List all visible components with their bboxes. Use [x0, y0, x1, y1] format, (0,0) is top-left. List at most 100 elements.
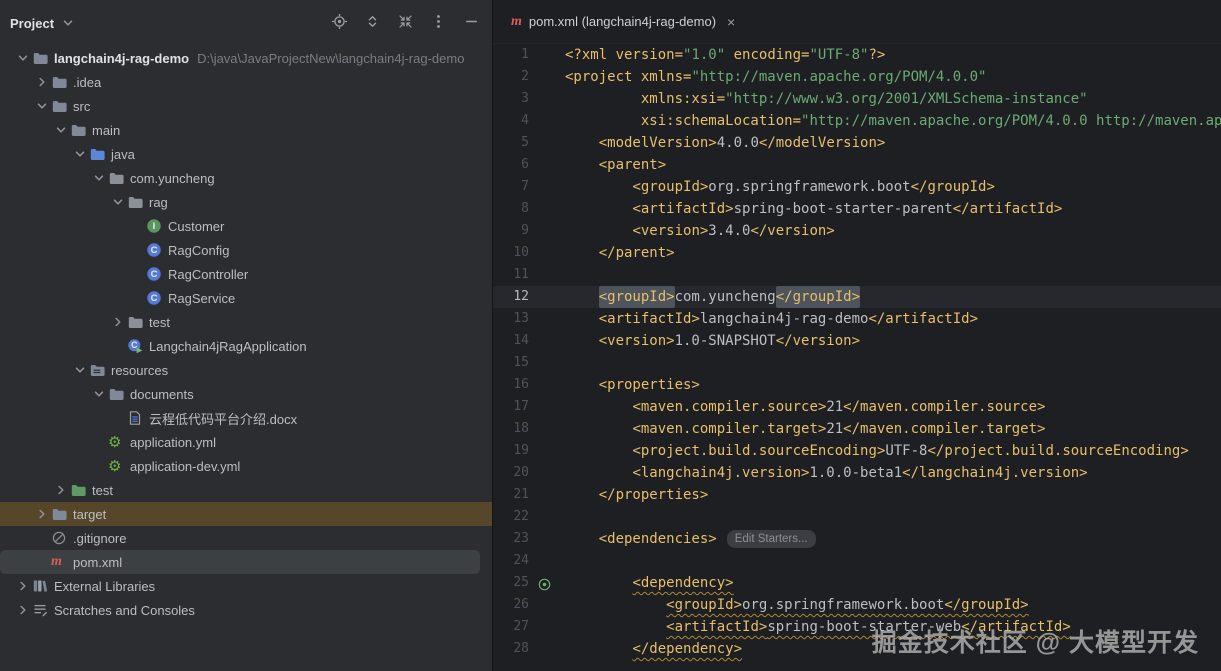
code-token	[565, 330, 599, 352]
code-line-16[interactable]: 16 <properties>	[493, 374, 1221, 396]
code-line-7[interactable]: 7 <groupId>org.springframework.boot</gro…	[493, 176, 1221, 198]
code-token	[565, 88, 641, 110]
tree-item-src[interactable]: src	[0, 94, 492, 118]
code-line-12[interactable]: 12 <groupId>com.yuncheng</groupId>	[493, 286, 1221, 308]
chevron-right-icon[interactable]	[14, 603, 32, 617]
collapse-all-button[interactable]	[397, 13, 414, 33]
code-line-26[interactable]: 26 <groupId>org.springframework.boot</gr…	[493, 594, 1221, 616]
code-line-1[interactable]: 1<?xml version="1.0" encoding="UTF-8"?>	[493, 44, 1221, 66]
tree-item-langchain4jragapplication[interactable]: CLangchain4jRagApplication	[0, 334, 492, 358]
code-line-3[interactable]: 3 xmlns:xsi="http://www.w3.org/2001/XMLS…	[493, 88, 1221, 110]
chevron-right-icon[interactable]	[14, 579, 32, 593]
code-token	[565, 528, 599, 550]
code-token: </project.build.sourceEncoding>	[927, 440, 1188, 462]
code-line-5[interactable]: 5 <modelVersion>4.0.0</modelVersion>	[493, 132, 1221, 154]
code-line-28[interactable]: 28 </dependency>	[493, 638, 1221, 660]
tree-item-test[interactable]: test	[0, 310, 492, 334]
chevron-down-icon[interactable]	[71, 147, 89, 161]
code-line-23[interactable]: 23 <dependencies>Edit Starters...	[493, 528, 1221, 550]
chevron-down-icon[interactable]	[52, 123, 70, 137]
tree-item-pom-xml[interactable]: mpom.xml	[0, 550, 480, 574]
tree-item-documents[interactable]: documents	[0, 382, 492, 406]
line-number: 5	[493, 132, 529, 154]
code-line-11[interactable]: 11	[493, 264, 1221, 286]
editor-tab-pom-xml[interactable]: m pom.xml (langchain4j-rag-demo) ×	[499, 0, 747, 43]
tree-item-com-yuncheng[interactable]: com.yuncheng	[0, 166, 492, 190]
tree-item-ragservice[interactable]: CRagService	[0, 286, 492, 310]
tree-item-docx[interactable]: 云程低代码平台介绍.docx	[0, 406, 492, 430]
gutter	[529, 264, 565, 286]
tree-item-label: RagConfig	[168, 243, 229, 258]
chevron-down-icon[interactable]	[109, 195, 127, 209]
code-line-22[interactable]: 22	[493, 506, 1221, 528]
tree-item-external-libraries[interactable]: External Libraries	[0, 574, 492, 598]
project-panel-toolbar	[331, 13, 480, 33]
code-line-25[interactable]: 25 <dependency>	[493, 572, 1221, 594]
code-line-24[interactable]: 24	[493, 550, 1221, 572]
code-line-19[interactable]: 19 <project.build.sourceEncoding>UTF-8</…	[493, 440, 1221, 462]
gutter	[529, 462, 565, 484]
tree-item-ragconfig[interactable]: CRagConfig	[0, 238, 492, 262]
tree-item-customer[interactable]: ICustomer	[0, 214, 492, 238]
gutter	[529, 110, 565, 132]
tree-item-application-yml[interactable]: ⚙application.yml	[0, 430, 492, 454]
chevron-right-icon[interactable]	[109, 315, 127, 329]
chevron-right-icon[interactable]	[33, 75, 51, 89]
tree-item-rag[interactable]: rag	[0, 190, 492, 214]
line-number: 7	[493, 176, 529, 198]
code-line-14[interactable]: 14 <version>1.0-SNAPSHOT</version>	[493, 330, 1221, 352]
code-token: <groupId>	[632, 176, 708, 198]
code-line-8[interactable]: 8 <artifactId>spring-boot-starter-parent…	[493, 198, 1221, 220]
tree-item-ragcontroller[interactable]: CRagController	[0, 262, 492, 286]
code-token	[565, 638, 632, 660]
tree-item-idea[interactable]: .idea	[0, 70, 492, 94]
code-line-18[interactable]: 18 <maven.compiler.target>21</maven.comp…	[493, 418, 1221, 440]
tree-item-java[interactable]: java	[0, 142, 492, 166]
code-token	[565, 440, 632, 462]
code-line-4[interactable]: 4 xsi:schemaLocation="http://maven.apach…	[493, 110, 1221, 132]
tree-item-label: rag	[149, 195, 168, 210]
project-view-selector[interactable]: Project	[10, 16, 77, 31]
code-line-9[interactable]: 9 <version>3.4.0</version>	[493, 220, 1221, 242]
code-line-13[interactable]: 13 <artifactId>langchain4j-rag-demo</art…	[493, 308, 1221, 330]
tree-item-scratches-and-consoles[interactable]: Scratches and Consoles	[0, 598, 492, 622]
tab-close-icon[interactable]: ×	[727, 15, 735, 29]
package-icon	[108, 170, 130, 186]
tree-item-target[interactable]: target	[0, 502, 492, 526]
chevron-down-icon[interactable]	[90, 387, 108, 401]
more-options-button[interactable]	[430, 13, 447, 33]
code-area[interactable]: 1<?xml version="1.0" encoding="UTF-8"?>2…	[493, 44, 1221, 671]
code-token: </artifactId>	[953, 198, 1063, 220]
code-line-20[interactable]: 20 <langchain4j.version>1.0.0-beta1</lan…	[493, 462, 1221, 484]
chevron-down-icon[interactable]	[14, 51, 32, 65]
line-number: 18	[493, 418, 529, 440]
expand-collapse-button[interactable]	[364, 13, 381, 33]
locate-file-button[interactable]	[331, 13, 348, 33]
chevron-right-icon[interactable]	[33, 507, 51, 521]
chevron-down-icon[interactable]	[90, 171, 108, 185]
code-token	[565, 308, 599, 330]
code-line-6[interactable]: 6 <parent>	[493, 154, 1221, 176]
code-line-21[interactable]: 21 </properties>	[493, 484, 1221, 506]
code-line-17[interactable]: 17 <maven.compiler.source>21</maven.comp…	[493, 396, 1221, 418]
tree-item-gitignore[interactable]: .gitignore	[0, 526, 492, 550]
code-token	[565, 110, 641, 132]
chevron-down-icon[interactable]	[71, 363, 89, 377]
code-token: org.springframework.boot	[708, 176, 910, 198]
code-line-27[interactable]: 27 <artifactId>spring-boot-starter-web</…	[493, 616, 1221, 638]
tree-item-resources[interactable]: resources	[0, 358, 492, 382]
chevron-right-icon[interactable]	[52, 483, 70, 497]
tree-item-test[interactable]: test	[0, 478, 492, 502]
tree-item-main[interactable]: main	[0, 118, 492, 142]
interface-icon: I	[146, 218, 168, 234]
hide-panel-button[interactable]	[463, 13, 480, 33]
tree-item-langchain4j-rag-demo[interactable]: langchain4j-rag-demoD:\java\JavaProjectN…	[0, 46, 492, 70]
inlay-hint-edit-starters[interactable]: Edit Starters...	[727, 530, 816, 548]
code-line-10[interactable]: 10 </parent>	[493, 242, 1221, 264]
code-line-15[interactable]: 15	[493, 352, 1221, 374]
chevron-down-icon[interactable]	[33, 99, 51, 113]
code-line-2[interactable]: 2<project xmlns="http://maven.apache.org…	[493, 66, 1221, 88]
tree-item-application-dev-yml[interactable]: ⚙application-dev.yml	[0, 454, 492, 478]
code-token: "http://www.w3.org/2001/XMLSchema-instan…	[725, 88, 1087, 110]
folder-icon	[108, 386, 130, 402]
